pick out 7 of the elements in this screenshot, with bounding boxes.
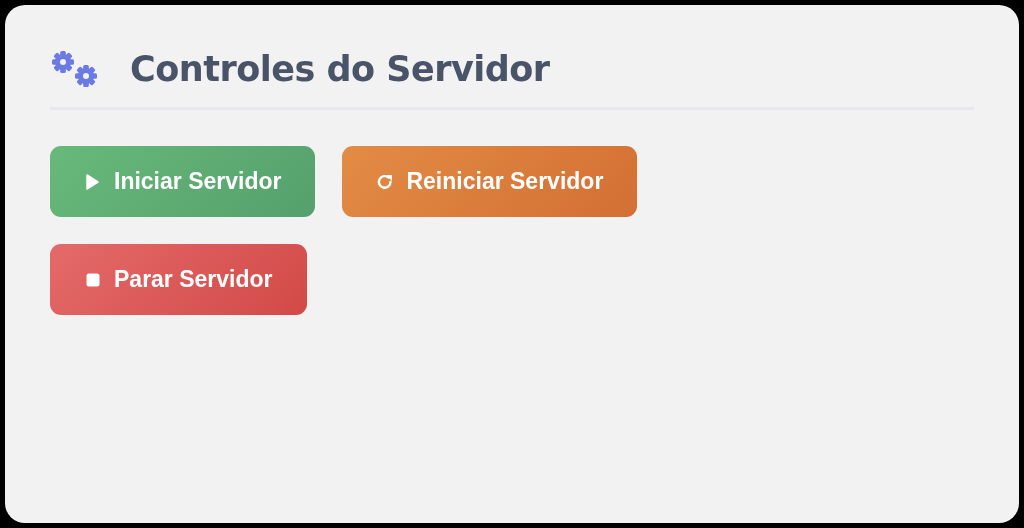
refresh-icon bbox=[376, 172, 395, 191]
gears-icon bbox=[50, 49, 100, 89]
stop-button[interactable]: Parar Servidor bbox=[50, 244, 307, 315]
start-button[interactable]: Iniciar Servidor bbox=[50, 146, 316, 217]
panel-title: Controles do Servidor bbox=[130, 49, 550, 89]
restart-button[interactable]: Reiniciar Servidor bbox=[342, 146, 638, 217]
play-icon bbox=[84, 172, 102, 191]
